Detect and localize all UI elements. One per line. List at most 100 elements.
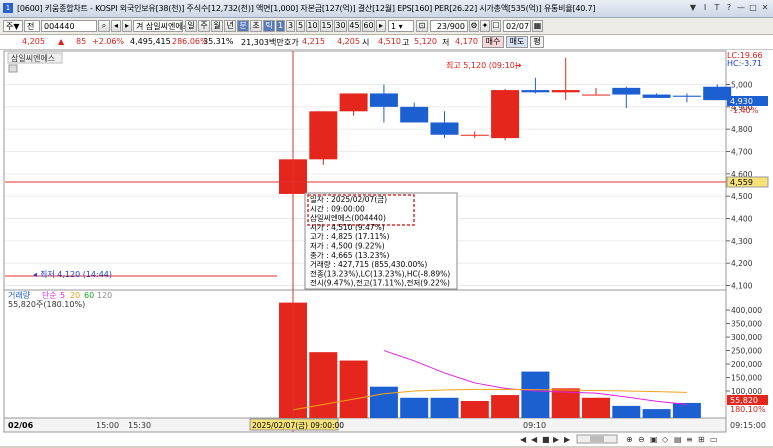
zoom-out-icon[interactable]: ⊖	[638, 435, 645, 444]
window-titlebar: 1 [0600] 키움종합차트 - KOSPI 외국인보유[38(천)] 주식수…	[0, 0, 773, 18]
ask-label: 호가	[284, 38, 299, 47]
crosshair-price-label: 4,559	[730, 178, 753, 187]
nav-prev-page-icon[interactable]: ◀	[531, 435, 538, 444]
change-arrow-icon: ▲	[58, 37, 65, 46]
xaxis-label-0910: 09:10	[523, 421, 546, 430]
calendar-icon[interactable]: ▦	[532, 20, 543, 32]
panel-collapse-icon[interactable]	[8, 64, 18, 73]
nav-next-icon[interactable]: ▶	[564, 435, 571, 444]
legend-ma5: 5	[60, 291, 65, 300]
volume-bar	[460, 401, 489, 418]
period-day[interactable]: 일	[185, 20, 197, 32]
pin-icon[interactable]: Ⅰ	[700, 2, 710, 13]
eval-button[interactable]: 평	[530, 36, 544, 48]
gear-icon[interactable]: ✦	[480, 20, 490, 32]
minute-1[interactable]: 1	[276, 20, 285, 32]
interval-toggle-icon[interactable]: ▸	[376, 20, 386, 32]
period-year[interactable]: 년	[224, 20, 236, 32]
minute-30[interactable]: 30	[334, 20, 347, 32]
minute-45[interactable]: 45	[348, 20, 361, 32]
nav-more-icon[interactable]: ▭	[710, 435, 718, 444]
price-tick-label: 5,000	[731, 81, 753, 90]
dropdown-icon[interactable]: ▼	[688, 2, 698, 13]
nav-chart-icon[interactable]: ▤	[674, 435, 682, 444]
volume-tick-label: 400,000	[731, 306, 762, 315]
volume-tick-label: 100,000	[731, 387, 762, 396]
data-tooltip: 일자 : 2025/02/07(금)시간 : 09:00:00삼일씨엔에스(00…	[304, 192, 458, 290]
change-value: 85	[76, 37, 87, 46]
maximize-button[interactable]: □	[748, 2, 758, 13]
period-tick[interactable]: 틱	[263, 20, 275, 32]
next-stock-icon[interactable]: ▸	[122, 20, 132, 32]
nav-scroll-thumb[interactable]	[590, 436, 604, 442]
scope-select[interactable]: 전	[24, 20, 40, 32]
period-month[interactable]: 월	[211, 20, 223, 32]
count-input[interactable]: 23/900	[430, 20, 468, 32]
price-tick-label: 4,200	[731, 259, 753, 268]
date-checkbox[interactable]: ☐	[491, 20, 501, 32]
tooltip-line: 시간 : 09:00:00	[310, 203, 365, 213]
period-week[interactable]: 주	[198, 20, 210, 32]
interval-input[interactable]: 1 ▾	[388, 20, 414, 32]
candle-body	[612, 87, 641, 95]
minute-10[interactable]: 10	[306, 20, 319, 32]
period-minute[interactable]: 분	[237, 20, 249, 32]
tooltip-line: 종가 : 4,665 (13.23%)	[310, 251, 389, 260]
candle-body	[309, 111, 338, 160]
tooltip-line: 시가 : 4,510 (9.47%)	[310, 223, 385, 232]
nav-stop-icon[interactable]: ■	[542, 435, 550, 444]
legend-ma20: 20	[70, 291, 80, 300]
candle-body	[460, 134, 489, 136]
nav-extra-icon[interactable]: ⊞	[698, 435, 705, 444]
volume-bar	[521, 371, 550, 418]
stock-chart[interactable]: 삼일씨엔에스 5,0004,9004,8004,7004,6004,5004,4…	[0, 50, 773, 446]
minute-15[interactable]: 15	[320, 20, 333, 32]
sell-button[interactable]: 매도	[506, 36, 528, 48]
tooltip-line: 거래량 : 427,715 (855,430.00%)	[310, 260, 427, 269]
help-icon[interactable]: ?	[724, 2, 734, 13]
window-buttons: ▼ Ⅰ T ? — □ ✕	[688, 2, 770, 13]
minimize-button[interactable]: —	[736, 2, 746, 13]
nav-settings-icon[interactable]: ◇	[662, 435, 669, 444]
volume-tick-label: 250,000	[731, 347, 762, 356]
chart-area[interactable]: 삼일씨엔에스 5,000 4,900 4,800 4,700 4,600 4,500 4,4…	[0, 50, 773, 446]
max-note: 최고 5,120 (09:10)	[446, 60, 518, 70]
nav-list-icon[interactable]: ≡	[686, 435, 693, 444]
candle-body	[582, 94, 610, 96]
tooltip-line: 저가 : 4,500 (9.22%)	[310, 242, 385, 251]
lock-icon[interactable]: ⊡	[416, 20, 428, 32]
close-button[interactable]: ✕	[760, 2, 770, 13]
prev-stock-icon[interactable]: ◂	[111, 20, 121, 32]
zoom-in-icon[interactable]: ⊕	[626, 435, 633, 444]
volume-bar	[339, 360, 368, 418]
min-note: 최저 4,120 (14:44)	[40, 269, 112, 279]
market-select[interactable]: 주▼	[3, 20, 23, 32]
volume-bar	[400, 397, 429, 418]
volume-bar	[612, 405, 641, 418]
price-tick-label: 4,500	[731, 192, 753, 201]
volume-bar	[430, 397, 459, 418]
minute-5[interactable]: 5	[296, 20, 305, 32]
ask-price: 4,215	[302, 37, 325, 46]
volume-tick-label: 200,000	[731, 360, 762, 369]
xaxis-date: 02/06	[8, 421, 34, 430]
candle-body	[672, 95, 701, 97]
fit-icon[interactable]: ▣	[650, 435, 658, 444]
candle-body	[551, 90, 580, 93]
toolbar: 주▼ 전 004440 ⌕ ◂ ▸ 겨 삼일씨엔에스 일 주 월 년 분 초 틱…	[0, 18, 773, 35]
buy-button[interactable]: 매수	[482, 36, 504, 48]
date-input[interactable]: 02/07	[503, 20, 531, 32]
high-label: 고	[402, 38, 410, 47]
minute-60[interactable]: 60	[362, 20, 375, 32]
nav-next-page-icon[interactable]: ▶	[553, 435, 560, 444]
tooltip-line: 전종(13.23%),LC(13.23%),HC(-8.89%)	[310, 268, 450, 278]
settings-icon[interactable]: ⚙	[469, 20, 479, 32]
period-second[interactable]: 초	[250, 20, 262, 32]
topmost-icon[interactable]: T	[712, 2, 722, 13]
nav-prev-icon[interactable]: ◀	[520, 435, 527, 444]
volume-axis: 400,000 350,000 300,000 250,000 200,000 150,0…	[726, 306, 762, 396]
tooltip-line: 일자 : 2025/02/07(금)	[310, 195, 387, 204]
minute-3[interactable]: 3	[286, 20, 295, 32]
search-icon[interactable]: ⌕	[98, 20, 110, 32]
stock-code-input[interactable]: 004440	[41, 20, 97, 32]
